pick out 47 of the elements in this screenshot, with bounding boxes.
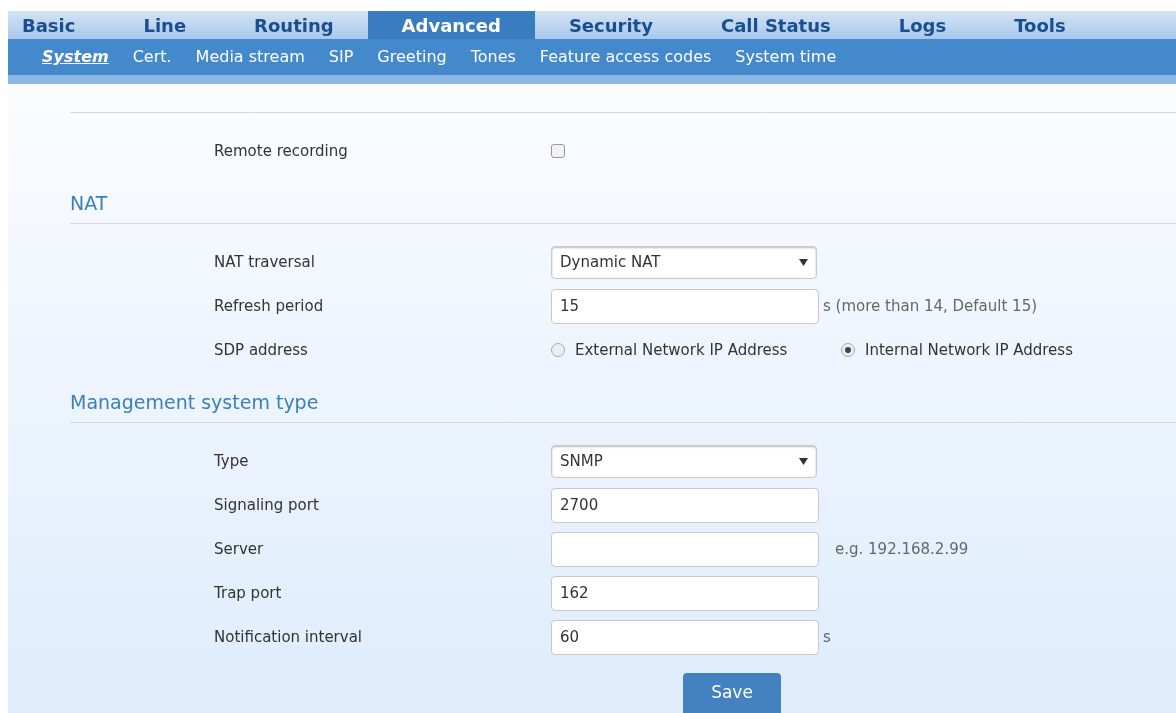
dropdown-value: Dynamic NAT	[560, 251, 661, 273]
input-field[interactable]: 15	[551, 288, 819, 324]
input-field[interactable]: 60	[551, 619, 819, 655]
caret-icon	[799, 258, 808, 266]
subnav-tab[interactable]: SIP	[328, 45, 354, 70]
field-label: SDP address	[213, 339, 309, 361]
nav-tab[interactable]: Line	[109, 11, 221, 40]
radio-label: External Network IP Address	[575, 339, 788, 361]
field-label: Remote recording	[213, 140, 349, 162]
section-heading: NAT	[70, 190, 109, 216]
subnav-tab[interactable]: Media stream	[195, 45, 305, 70]
field-label: Type	[213, 450, 250, 472]
hint-text: e.g. 192.168.2.99	[835, 538, 969, 560]
field-label: Signaling port	[213, 494, 320, 516]
dropdown[interactable]: SNMP	[551, 444, 817, 478]
subnav-tab[interactable]: Cert.	[132, 45, 172, 70]
subnav-tab[interactable]: System time	[735, 45, 837, 70]
radio-label: Internal Network IP Address	[865, 339, 1073, 361]
hint-text: s	[823, 626, 831, 648]
nav-tab[interactable]: Logs	[864, 11, 981, 40]
nav-tab[interactable]: Call Status	[686, 11, 865, 40]
radio-button[interactable]	[841, 343, 855, 357]
field-label: Trap port	[213, 582, 283, 604]
nav-tab[interactable]: Security	[534, 11, 687, 40]
checkbox[interactable]	[551, 144, 565, 158]
field-label: Refresh period	[213, 295, 325, 317]
input-field[interactable]: 162	[551, 575, 819, 611]
field-label: Notification interval	[213, 626, 364, 648]
caret-icon	[799, 457, 808, 465]
field-label: NAT traversal	[213, 251, 316, 273]
subnav-tab[interactable]: Feature access codes	[539, 45, 712, 70]
subnav-tab[interactable]: Greeting	[377, 45, 447, 70]
subnav-tab[interactable]: Tones	[470, 45, 516, 70]
input-field[interactable]: 2700	[551, 487, 819, 523]
input-field[interactable]	[551, 531, 819, 567]
nav-tab[interactable]: Tools	[980, 11, 1100, 40]
subnav-tab[interactable]: System	[42, 45, 109, 70]
dropdown[interactable]: Dynamic NAT	[551, 245, 817, 279]
dropdown-value: SNMP	[560, 450, 603, 472]
field-label: Server	[213, 538, 265, 560]
radio-button[interactable]	[551, 343, 565, 357]
section-heading: Management system type	[70, 389, 320, 415]
save-button[interactable]: Save	[683, 673, 781, 713]
nav-tab[interactable]: Basic	[8, 11, 110, 40]
nav-tab[interactable]: Routing	[220, 11, 368, 40]
hint-text: s (more than 14, Default 15)	[823, 295, 1038, 317]
nav-tab[interactable]: Advanced	[367, 11, 535, 40]
